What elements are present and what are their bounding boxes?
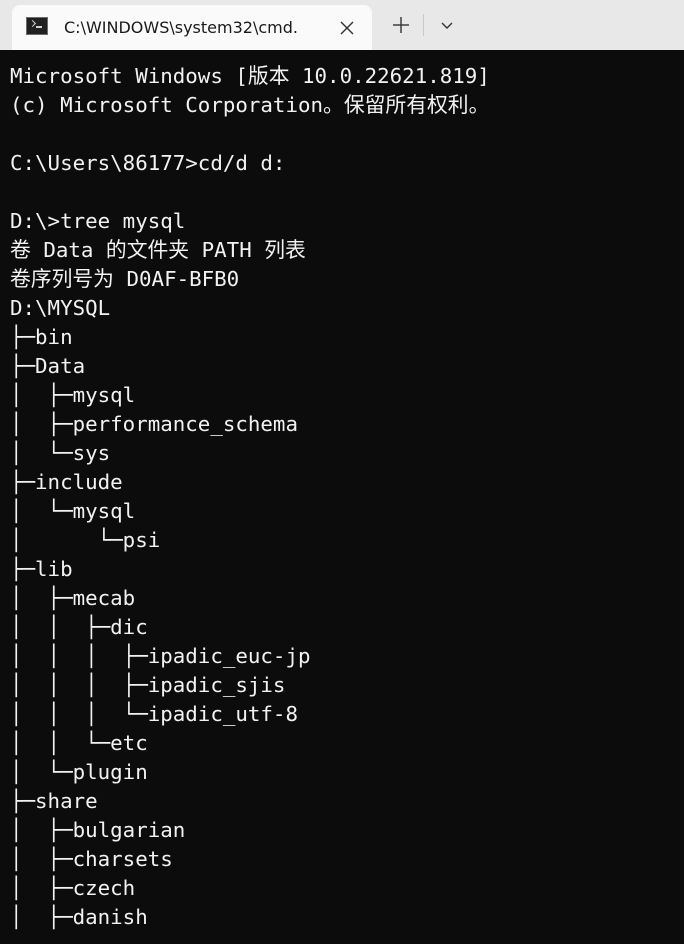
toolbar-divider	[423, 14, 424, 36]
close-icon	[340, 21, 354, 35]
terminal-line: │ └─psi	[10, 528, 161, 552]
terminal-line: │ │ │ ├─ipadic_euc-jp	[10, 644, 311, 668]
new-tab-button[interactable]	[390, 14, 412, 36]
terminal-output-area[interactable]: Microsoft Windows [版本 10.0.22621.819] (c)…	[0, 50, 684, 944]
terminal-text: Microsoft Windows [版本 10.0.22621.819] (c)…	[10, 62, 490, 932]
terminal-line: (c) Microsoft Corporation。保留所有权利。	[10, 93, 490, 117]
terminal-line: 卷序列号为 D0AF-BFB0	[10, 267, 240, 291]
terminal-line: │ ├─charsets	[10, 847, 173, 871]
cmd-terminal-icon	[26, 17, 48, 35]
terminal-line: D:\>tree mysql	[10, 209, 186, 233]
terminal-line: ├─share	[10, 789, 98, 813]
terminal-line: Microsoft Windows [版本 10.0.22621.819]	[10, 64, 490, 88]
plus-icon	[393, 17, 409, 33]
terminal-line: │ ├─mecab	[10, 586, 136, 610]
terminal-line: │ └─mysql	[10, 499, 136, 523]
terminal-line: │ │ └─etc	[10, 731, 148, 755]
terminal-line: │ └─plugin	[10, 760, 148, 784]
terminal-line: │ ├─czech	[10, 876, 136, 900]
tab-cmd[interactable]: C:\WINDOWS\system32\cmd.	[12, 5, 372, 50]
terminal-line: │ ├─mysql	[10, 383, 136, 407]
terminal-line: │ ├─danish	[10, 905, 148, 929]
terminal-line: │ └─sys	[10, 441, 111, 465]
terminal-line: │ │ │ └─ipadic_utf-8	[10, 702, 298, 726]
title-bar: C:\WINDOWS\system32\cmd.	[0, 0, 684, 50]
tab-title: C:\WINDOWS\system32\cmd.	[64, 18, 298, 37]
close-tab-button[interactable]	[336, 17, 358, 39]
terminal-line: ├─bin	[10, 325, 73, 349]
terminal-line: C:\Users\86177>cd/d d:	[10, 151, 286, 175]
terminal-line: │ │ ├─dic	[10, 615, 148, 639]
terminal-line: 卷 Data 的文件夹 PATH 列表	[10, 238, 306, 262]
terminal-line: │ ├─bulgarian	[10, 818, 186, 842]
terminal-line: ├─include	[10, 470, 123, 494]
terminal-line: ├─lib	[10, 557, 73, 581]
terminal-line: D:\MYSQL	[10, 296, 111, 320]
terminal-line: │ │ │ ├─ipadic_sjis	[10, 673, 286, 697]
terminal-window: C:\WINDOWS\system32\cmd. Microsoft Windo…	[0, 0, 684, 944]
terminal-line: │ ├─performance_schema	[10, 412, 298, 436]
terminal-line: ├─Data	[10, 354, 86, 378]
chevron-down-icon	[441, 22, 453, 29]
tab-dropdown-button[interactable]	[437, 15, 457, 35]
